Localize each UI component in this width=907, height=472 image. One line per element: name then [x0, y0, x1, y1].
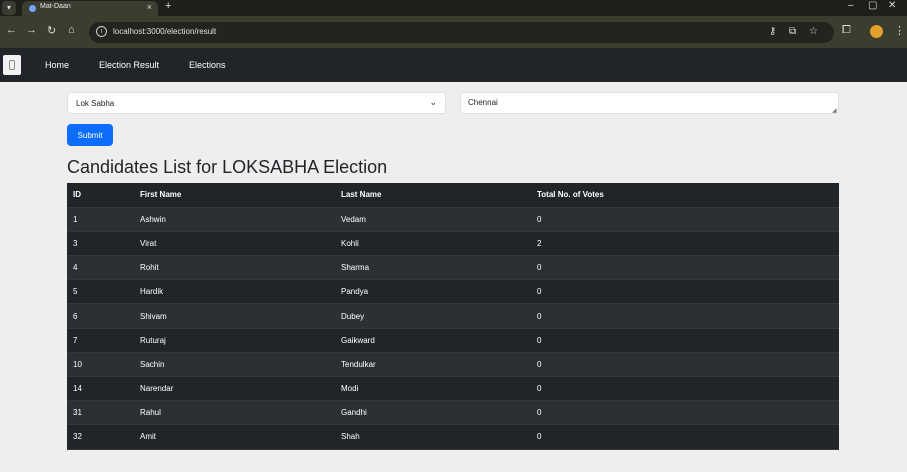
maximize-icon[interactable]: ▢: [868, 0, 877, 11]
constituency-field[interactable]: Chennai: [460, 92, 839, 114]
cell-first-name: Amit: [140, 432, 156, 442]
table-row: 32 Amit Shah 0: [67, 424, 839, 450]
cell-last-name: Modi: [341, 384, 359, 394]
cell-first-name: Rahul: [140, 408, 161, 418]
cell-id: 5: [73, 287, 78, 297]
app-navbar: Home Election Result Elections: [0, 48, 907, 82]
tab-search-icon[interactable]: ▾: [2, 1, 16, 15]
cell-id: 14: [73, 384, 82, 394]
column-header-last-name: Last Name: [341, 190, 382, 200]
column-header-id: ID: [73, 190, 81, 200]
url-text: localhost:3000/election/result: [113, 27, 217, 36]
back-icon[interactable]: ←: [6, 24, 17, 36]
cell-votes: 0: [537, 359, 542, 369]
cell-votes: 0: [537, 287, 542, 297]
table-row: 3 Virat Kohli 2: [67, 231, 839, 256]
cell-votes: 0: [537, 384, 542, 394]
brand-logo[interactable]: [3, 55, 21, 75]
site-info-icon[interactable]: i: [96, 26, 107, 37]
cell-votes: 0: [537, 408, 542, 418]
cell-last-name: Pandya: [341, 287, 369, 297]
cell-votes: 2: [537, 238, 542, 248]
cell-id: 32: [73, 432, 82, 442]
extensions-icon[interactable]: ⧠: [842, 24, 851, 37]
cell-votes: 0: [537, 311, 542, 321]
cell-last-name: Dubey: [341, 311, 365, 321]
browser-tab[interactable]: Mat-Daan ×: [22, 1, 158, 16]
cell-last-name: Gandhi: [341, 408, 367, 418]
cell-last-name: Tendulkar: [341, 359, 376, 369]
cell-votes: 0: [537, 263, 542, 273]
logo-icon: [9, 60, 15, 70]
reload-icon[interactable]: ↻: [47, 24, 56, 37]
submit-button[interactable]: Submit: [67, 124, 113, 146]
favicon-icon: [29, 5, 36, 12]
star-icon[interactable]: ☆: [809, 26, 818, 37]
cell-first-name: Narendar: [140, 384, 174, 394]
cell-last-name: Gaikward: [341, 335, 375, 345]
table-row: 5 Hardik Pandya 0: [67, 279, 839, 304]
cell-id: 3: [73, 238, 78, 248]
profile-avatar[interactable]: [870, 25, 883, 38]
column-header-votes: Total No. of Votes: [537, 190, 604, 200]
cell-votes: 0: [537, 335, 542, 345]
forward-icon[interactable]: →: [26, 24, 37, 36]
cell-first-name: Shivam: [140, 311, 167, 321]
new-tab-icon[interactable]: +: [165, 0, 171, 12]
column-header-first-name: First Name: [140, 190, 182, 200]
nav-election-result-link[interactable]: Election Result: [99, 60, 159, 70]
cast-icon[interactable]: ⧉: [789, 26, 796, 37]
cell-votes: 0: [537, 214, 542, 224]
window-close-icon[interactable]: ✕: [888, 0, 896, 11]
chevron-down-icon: ⌄: [429, 97, 437, 107]
cell-id: 10: [73, 359, 82, 369]
cell-first-name: Rohit: [140, 263, 159, 273]
election-type-value: Lok Sabha: [76, 99, 115, 108]
table-row: 1 Ashwin Vedam 0: [67, 207, 839, 232]
election-type-select[interactable]: Lok Sabha ⌄: [67, 92, 446, 114]
cell-id: 6: [73, 311, 78, 321]
cell-first-name: Ashwin: [140, 214, 166, 224]
resize-handle-icon[interactable]: ◢: [832, 107, 837, 114]
password-key-icon[interactable]: ⚷: [769, 26, 776, 37]
table-row: 6 Shivam Dubey 0: [67, 303, 839, 329]
cell-first-name: Sachin: [140, 359, 165, 369]
cell-last-name: Shah: [341, 432, 360, 442]
cell-votes: 0: [537, 432, 542, 442]
nav-elections-link[interactable]: Elections: [189, 60, 226, 70]
cell-id: 7: [73, 335, 78, 345]
menu-dots-icon[interactable]: ⋮: [894, 24, 905, 37]
cell-last-name: Kohli: [341, 238, 359, 248]
address-bar[interactable]: i localhost:3000/election/result ⚷ ⧉ ☆: [89, 22, 834, 43]
table-row: 31 Rahul Gandhi 0: [67, 400, 839, 425]
page-title: Candidates List for LOKSABHA Election: [67, 157, 388, 177]
nav-home-link[interactable]: Home: [45, 60, 69, 70]
cell-first-name: Virat: [140, 238, 157, 248]
candidates-table: ID First Name Last Name Total No. of Vot…: [67, 183, 839, 450]
home-icon[interactable]: ⌂: [68, 24, 75, 36]
browser-tab-strip: ▾ Mat-Daan × + – ▢ ✕: [0, 0, 907, 16]
table-row: 7 Ruturaj Gaikward 0: [67, 328, 839, 353]
table-header-row: ID First Name Last Name Total No. of Vot…: [67, 183, 839, 208]
table-row: 14 Narendar Modi 0: [67, 376, 839, 401]
cell-last-name: Vedam: [341, 214, 366, 224]
browser-toolbar: ← → ↻ ⌂ i localhost:3000/election/result…: [0, 16, 907, 48]
table-body: 1 Ashwin Vedam 0 3 Virat Kohli 2 4 Rohit Sharma 0 5 H…: [67, 207, 839, 450]
table-row: 10 Sachin Tendulkar 0: [67, 352, 839, 377]
tab-title: Mat-Daan: [40, 3, 71, 10]
cell-id: 31: [73, 408, 82, 418]
cell-first-name: Ruturaj: [140, 335, 166, 345]
table-row: 4 Rohit Sharma 0: [67, 255, 839, 280]
cell-last-name: Sharma: [341, 263, 370, 273]
minimize-icon[interactable]: –: [848, 0, 854, 11]
cell-id: 1: [73, 214, 78, 224]
cell-id: 4: [73, 263, 78, 273]
close-tab-icon[interactable]: ×: [147, 2, 152, 12]
cell-first-name: Hardik: [140, 287, 164, 297]
